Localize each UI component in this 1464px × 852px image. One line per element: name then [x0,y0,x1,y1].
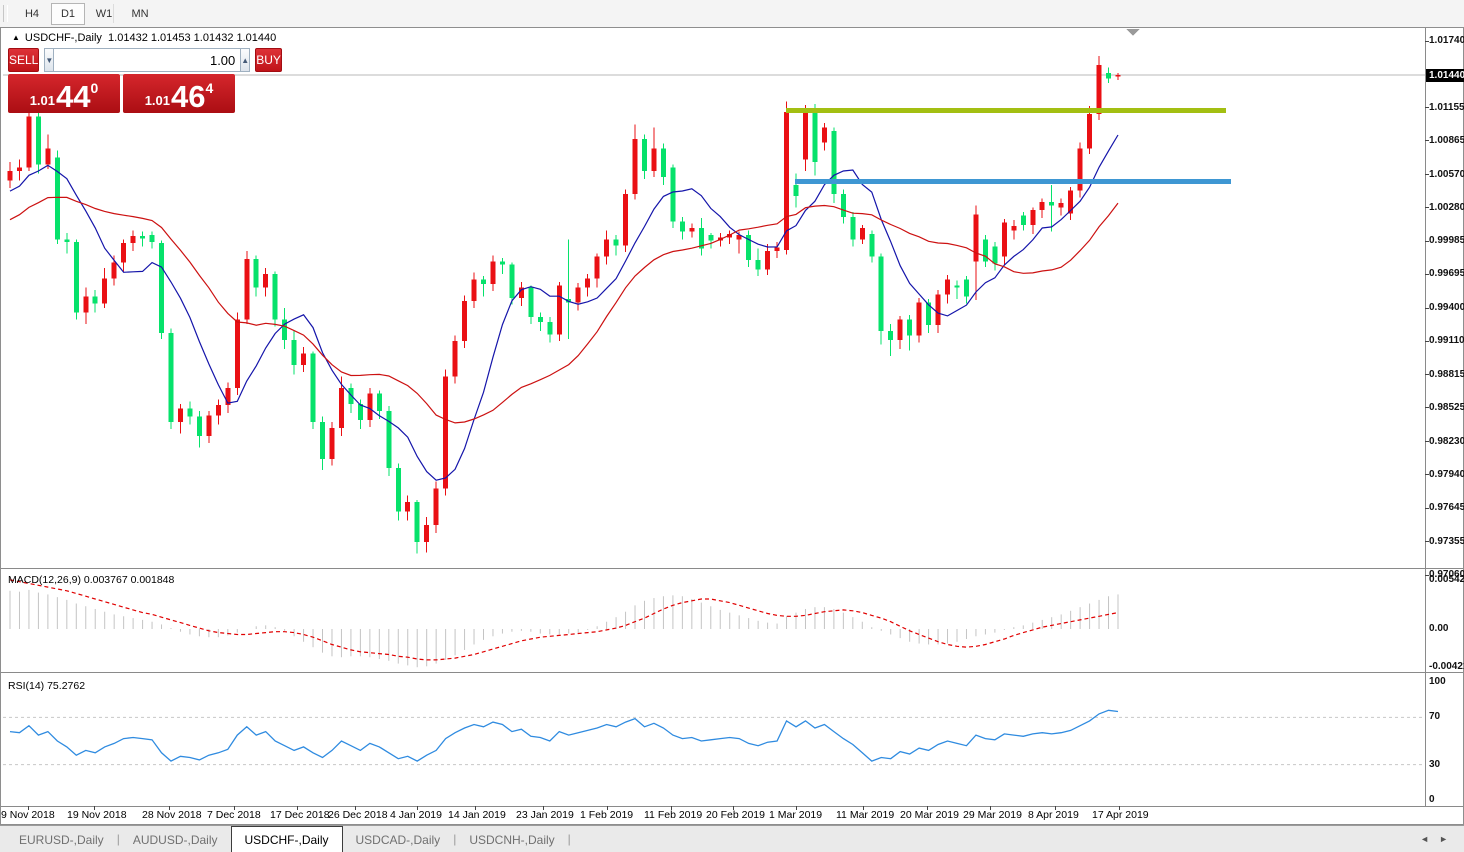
rsi-axis-label: 70 [1429,711,1463,722]
volume-increase-button[interactable]: ▲ [240,48,250,72]
bid-big-digits: 44 [56,84,90,110]
date-axis-label: 11 Feb 2019 [644,809,702,821]
date-axis-label: 9 Nov 2018 [1,809,55,821]
price-axis-label: 1.00280 [1429,202,1463,213]
ask-pipette: 4 [206,80,214,96]
price-axis-label: 0.98230 [1429,436,1463,447]
macd-axis-zero: 0.00 [1429,623,1463,634]
current-price-badge: 1.01440 [1426,69,1464,82]
macd-label: MACD(12,26,9) 0.003767 0.001848 [8,574,174,586]
rsi-axis-label: 0 [1429,794,1463,805]
symbol-tab-audusd[interactable]: AUDUSD-,Daily [120,828,231,852]
price-macd-separator[interactable] [1,568,1463,569]
volume-decrease-button[interactable]: ▼ [44,48,54,72]
price-axis-label: 0.99985 [1429,235,1463,246]
symbol-tab-usdchf[interactable]: USDCHF-,Daily [231,826,343,852]
toolbar-grip[interactable] [3,5,8,22]
symbol-tab-usdcad[interactable]: USDCAD-,Daily [343,828,454,852]
tabs-scroll-right-icon[interactable]: ► [1439,834,1458,844]
symbol-tabbar: EURUSD-,Daily | AUDUSD-,DailyUSDCHF-,Daily… [0,825,1464,852]
timeframe-button-d1[interactable]: D1 [51,3,85,25]
timeframe-button-w1[interactable]: W1 [87,3,121,25]
price-axis-label: 0.98525 [1429,402,1463,413]
symbol-title: USDCHF-,Daily [25,32,102,44]
date-axis-label: 23 Jan 2019 [516,809,574,821]
rsi-panel-canvas[interactable] [0,674,1425,806]
date-axis-label: 26 Dec 2018 [328,809,388,821]
rsi-axis-label: 30 [1429,759,1463,770]
price-axis-label: 1.01155 [1429,102,1463,113]
price-axis-label: 1.00570 [1429,169,1463,180]
timeframe-button-mn[interactable]: MN [123,3,157,25]
date-axis-label: 1 Mar 2019 [769,809,822,821]
symbol-tab-eurusd[interactable]: EURUSD-,Daily [6,828,117,852]
date-axis-label: 1 Feb 2019 [580,809,633,821]
price-axis-label: 0.99695 [1429,268,1463,279]
date-axis-label: 7 Dec 2018 [207,809,261,821]
date-axis-label: 19 Nov 2018 [67,809,127,821]
date-axis-label: 14 Jan 2019 [448,809,506,821]
toolbar-separator [113,4,114,23]
ask-prefix: 1.01 [145,93,170,110]
bid-pipette: 0 [91,80,99,96]
chevron-down-icon: ▼ [45,56,53,65]
price-axis-label: 0.99110 [1429,335,1463,346]
price-axis-label: 0.97355 [1429,536,1463,547]
ohlc-values: 1.01432 1.01453 1.01432 1.01440 [108,32,276,44]
date-axis-label: 28 Nov 2018 [142,809,202,821]
price-axis-border [1425,28,1426,806]
symbol-tab-usdcnh[interactable]: USDCNH-,Daily [456,828,567,852]
tabs-scroll-left-icon[interactable]: ◄ [1420,834,1439,844]
buy-button[interactable]: BUY [255,48,282,72]
chevron-up-icon: ▲ [241,56,249,65]
macd-panel-canvas[interactable] [0,570,1425,672]
date-axis-label: 20 Mar 2019 [900,809,959,821]
sell-button[interactable]: SELL [8,48,39,72]
ask-price-box[interactable]: 1.01 46 4 [123,74,235,113]
ask-big-digits: 46 [171,84,205,110]
rsi-label: RSI(14) 75.2762 [8,680,85,692]
date-axis-label: 4 Jan 2019 [390,809,442,821]
price-axis-label: 0.99400 [1429,302,1463,313]
bid-price-box[interactable]: 1.01 44 0 [8,74,120,113]
price-axis-label: 1.01740 [1429,35,1463,46]
price-axis-label: 0.98815 [1429,369,1463,380]
date-axis-label: 17 Dec 2018 [270,809,330,821]
price-axis-label: 1.00865 [1429,135,1463,146]
price-axis-label: 0.97940 [1429,469,1463,480]
macd-rsi-separator[interactable] [1,672,1463,673]
rsi-axis-label: 100 [1429,676,1463,687]
timeframe-button-h4[interactable]: H4 [15,3,49,25]
date-axis-label: 11 Mar 2019 [836,809,894,821]
volume-input[interactable] [54,48,240,72]
timeframe-toolbar: H4D1W1MN [0,0,1464,28]
macd-axis-min: -0.004217 [1429,661,1463,672]
rsi-dateaxis-separator [1,806,1463,807]
date-axis-label: 20 Feb 2019 [706,809,765,821]
macd-axis-max: 0.005429 [1429,574,1463,585]
bid-prefix: 1.01 [30,93,55,110]
one-click-trade-panel: SELL ▼ ▲ BUY 1.01 44 0 1.01 46 4 [8,48,236,113]
price-axis-label: 0.97645 [1429,502,1463,513]
chart-info-line: ▲ USDCHF-,Daily 1.01432 1.01453 1.01432 1… [12,32,276,44]
date-axis-label: 29 Mar 2019 [963,809,1022,821]
tab-separator: | [568,832,571,846]
date-axis-label: 8 Apr 2019 [1028,809,1079,821]
collapse-panel-icon[interactable]: ▲ [12,33,20,42]
date-axis-label: 17 Apr 2019 [1092,809,1149,821]
